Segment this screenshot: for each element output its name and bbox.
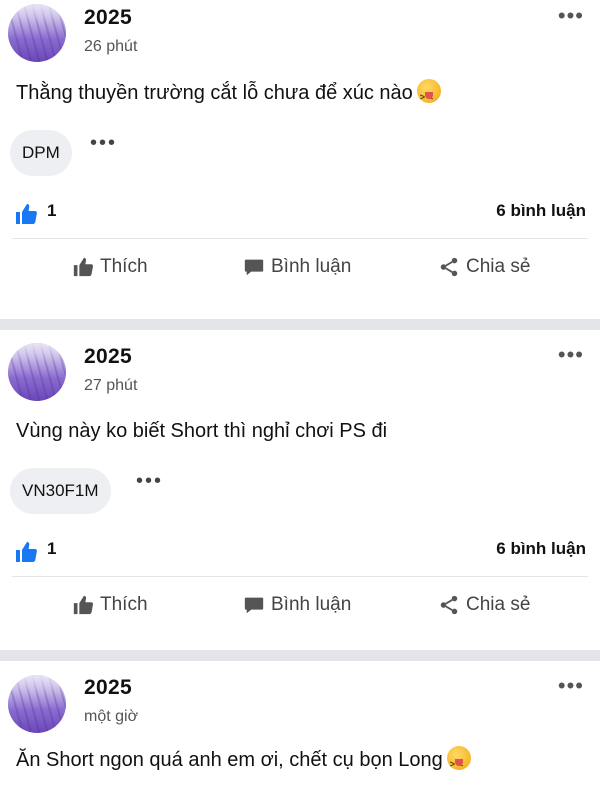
comment-label: Bình luận [271, 594, 352, 615]
share-label: Chia sẻ [466, 594, 531, 615]
post: 2025 27 phút ••• Vùng này ko biết Short … [0, 330, 600, 650]
author-name[interactable]: 2025 [84, 676, 132, 700]
speech-bubble-icon [244, 259, 264, 276]
thumbs-up-icon [16, 542, 37, 562]
post-header: 2025 26 phút ••• [0, 0, 600, 78]
author-name[interactable]: 2025 [84, 345, 132, 369]
thumbs-up-icon [73, 257, 94, 277]
more-options-icon[interactable]: ••• [558, 675, 584, 697]
post-text: Ăn Short ngon quá anh em ơi, chết cụ bọn… [0, 745, 600, 787]
speech-bubble-icon [244, 597, 264, 614]
post-separator [0, 319, 600, 330]
post-time: một giờ [84, 708, 139, 725]
avatar[interactable] [8, 675, 66, 733]
like-label: Thích [100, 594, 148, 615]
avatar[interactable] [8, 4, 66, 62]
post-header: 2025 27 phút ••• [0, 330, 600, 408]
stock-tag[interactable]: DPM [10, 130, 72, 176]
action-row: Thích Bình luận Chia sẻ [0, 577, 600, 635]
like-count[interactable]: 1 [47, 539, 56, 559]
post-text: Thằng thuyền trường cắt lỗ chưa để xúc n… [0, 78, 600, 120]
like-count[interactable]: 1 [47, 201, 56, 221]
share-icon [440, 595, 458, 615]
comment-button[interactable]: Bình luận [243, 256, 351, 278]
author-name[interactable]: 2025 [84, 6, 132, 30]
tag-more-icon[interactable]: ••• [90, 132, 117, 155]
like-button[interactable]: Thích [72, 256, 148, 278]
more-options-icon[interactable]: ••• [558, 5, 584, 27]
post-separator [0, 650, 600, 661]
comment-count[interactable]: 6 bình luận [496, 539, 586, 559]
post: 2025 26 phút ••• Thằng thuyền trường cắt… [0, 0, 600, 319]
post-text: Vùng này ko biết Short thì nghỉ chơi PS … [0, 416, 600, 458]
like-button[interactable]: Thích [72, 594, 148, 616]
thumbs-up-icon [16, 204, 37, 224]
comment-label: Bình luận [271, 256, 352, 277]
like-label: Thích [100, 256, 148, 277]
avatar[interactable] [8, 343, 66, 401]
post-text-content: Ăn Short ngon quá anh em ơi, chết cụ bọn… [16, 749, 443, 771]
stock-tag[interactable]: VN30F1M [10, 468, 111, 514]
post-text-content: Vùng này ko biết Short thì nghỉ chơi PS … [16, 420, 388, 442]
feed: 2025 26 phút ••• Thằng thuyền trường cắt… [0, 0, 600, 800]
comment-count[interactable]: 6 bình luận [496, 201, 586, 221]
tag-row: DPM ••• [0, 120, 600, 190]
share-button[interactable]: Chia sẻ [438, 594, 530, 616]
comment-button[interactable]: Bình luận [243, 594, 351, 616]
share-label: Chia sẻ [466, 256, 531, 277]
post-time: 26 phút [84, 38, 138, 55]
post-time: 27 phút [84, 377, 138, 394]
more-options-icon[interactable]: ••• [558, 344, 584, 366]
tag-more-icon[interactable]: ••• [136, 470, 163, 493]
squinting-tongue-emoji-icon [416, 79, 441, 112]
squinting-tongue-emoji-icon [446, 746, 471, 779]
action-row: Thích Bình luận Chia sẻ [0, 239, 600, 297]
post: 2025 một giờ ••• Ăn Short ngon quá anh e… [0, 661, 600, 800]
share-button[interactable]: Chia sẻ [438, 256, 530, 278]
tag-row: VN30F1M ••• [0, 458, 600, 528]
share-icon [440, 257, 458, 277]
post-header: 2025 một giờ ••• [0, 661, 600, 739]
stats-row: 1 6 bình luận [12, 190, 588, 239]
thumbs-up-icon [73, 595, 94, 615]
stats-row: 1 6 bình luận [12, 528, 588, 577]
post-text-content: Thằng thuyền trường cắt lỗ chưa để xúc n… [16, 82, 413, 104]
